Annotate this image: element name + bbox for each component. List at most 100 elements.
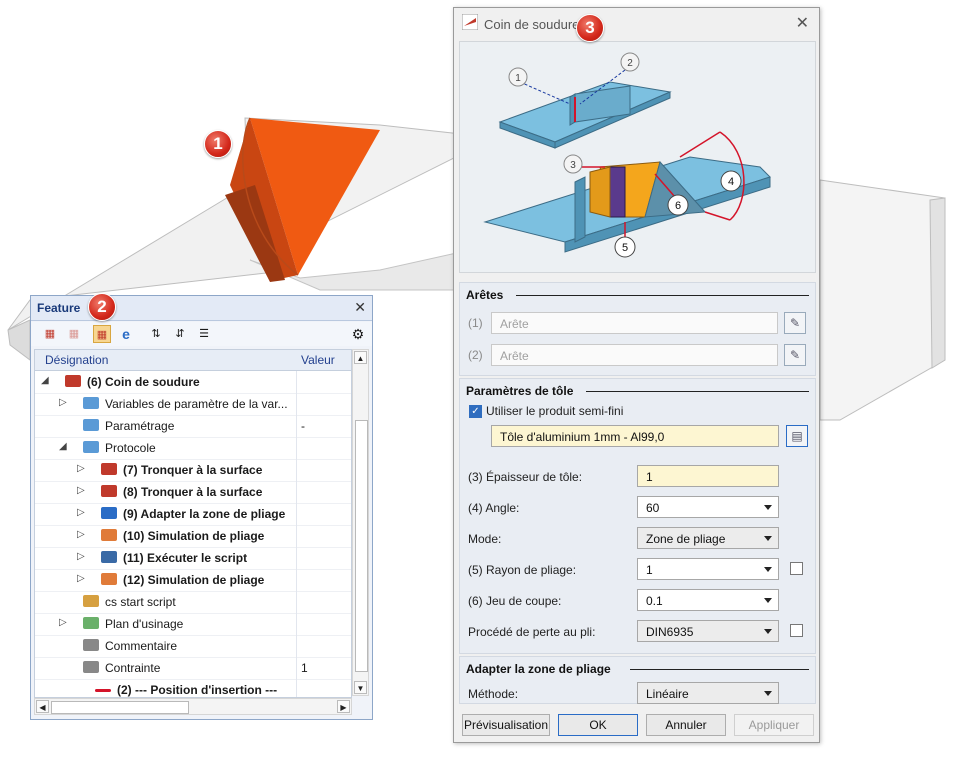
- tree-expander-icon[interactable]: ▷: [77, 573, 85, 584]
- edge1-label: (1): [468, 316, 483, 330]
- aretes-divider: [516, 295, 809, 296]
- dialog-close-icon[interactable]: ✕: [796, 13, 809, 33]
- scroll-right-icon[interactable]: ▶: [337, 700, 350, 713]
- tree-row[interactable]: cs start script: [35, 591, 351, 614]
- feature-list-icon[interactable]: ☰: [195, 325, 213, 343]
- callout-badge-1: 1: [204, 130, 232, 158]
- tree-expander-icon[interactable]: ▷: [59, 397, 67, 408]
- semifinished-product-field[interactable]: Tôle d'aluminium 1mm - Al99,0: [491, 425, 779, 447]
- tree-row-value: -: [301, 419, 305, 433]
- feature-edit-icon[interactable]: e: [117, 325, 135, 343]
- tree-row-label: cs start script: [105, 595, 176, 609]
- edge2-label: (2): [468, 348, 483, 362]
- tree-row[interactable]: Commentaire: [35, 635, 351, 658]
- diagram-callout-2-label: 2: [627, 58, 633, 69]
- tree-row[interactable]: Contrainte 1: [35, 657, 351, 680]
- tree-row[interactable]: ▷ (12) Simulation de pliage: [35, 569, 351, 592]
- column-separator: [296, 371, 297, 393]
- radius-select[interactable]: 1: [637, 558, 779, 580]
- column-separator: [296, 635, 297, 657]
- value-column-header[interactable]: Valeur: [301, 353, 335, 367]
- feature-recalc-icon[interactable]: ▦: [65, 325, 83, 343]
- diagram-callout-1-label: 1: [515, 73, 521, 84]
- designation-column-header[interactable]: Désignation: [45, 353, 108, 367]
- aretes-section: Arêtes (1) Arête ✎ (2) Arête ✎: [459, 282, 816, 376]
- ok-button[interactable]: OK: [558, 714, 638, 736]
- tree-row-label: (8) Tronquer à la surface: [123, 485, 263, 499]
- tree-row[interactable]: Paramétrage -: [35, 415, 351, 438]
- edge1-pick-icon[interactable]: ✎: [784, 312, 806, 334]
- tree-row[interactable]: ▷ (11) Exécuter le script: [35, 547, 351, 570]
- catalog-browse-icon[interactable]: ▤: [786, 425, 808, 447]
- gap-select[interactable]: 0.1: [637, 589, 779, 611]
- tree-row[interactable]: ◢ Protocole: [35, 437, 351, 460]
- thickness-input[interactable]: 1: [637, 465, 779, 487]
- feature-node-icon: [101, 485, 117, 497]
- column-separator: [296, 657, 297, 679]
- scroll-up-icon[interactable]: ▲: [354, 351, 367, 364]
- tree-expander-icon[interactable]: ▷: [77, 551, 85, 562]
- feature-node-icon: [101, 529, 117, 541]
- feature-sort-icon[interactable]: ⇅: [147, 325, 165, 343]
- vertical-scroll-thumb[interactable]: [355, 420, 368, 672]
- apply-button[interactable]: Appliquer: [734, 714, 814, 736]
- tree-row[interactable]: ▷ (10) Simulation de pliage: [35, 525, 351, 548]
- bend-loss-select[interactable]: DIN6935: [637, 620, 779, 642]
- tree-expander-icon[interactable]: ▷: [77, 507, 85, 518]
- tree-expander-icon[interactable]: ▷: [77, 529, 85, 540]
- tole-divider: [586, 391, 809, 392]
- tree-row[interactable]: ◢ (6) Coin de soudure: [35, 371, 351, 394]
- tree-expander-icon[interactable]: ▷: [77, 463, 85, 474]
- preview-button[interactable]: Prévisualisation: [462, 714, 550, 736]
- radius-checkbox[interactable]: [790, 562, 803, 575]
- tree-row[interactable]: ▷ (8) Tronquer à la surface: [35, 481, 351, 504]
- bend-loss-checkbox[interactable]: [790, 624, 803, 637]
- feature-vertical-scrollbar[interactable]: ▲ ▼: [352, 349, 369, 696]
- tree-row[interactable]: ▷ Variables de paramètre de la var...: [35, 393, 351, 416]
- method-select[interactable]: Linéaire: [637, 682, 779, 704]
- tree-row[interactable]: ▷ Plan d'usinage: [35, 613, 351, 636]
- feature-close-icon[interactable]: ✕: [354, 299, 366, 316]
- sheet-right-flange: [929, 197, 946, 369]
- column-separator: [296, 503, 297, 525]
- tole-header: Paramètres de tôle: [466, 384, 574, 398]
- feature-horizontal-scrollbar[interactable]: ◀ ▶: [34, 698, 352, 715]
- scroll-left-icon[interactable]: ◀: [36, 700, 49, 713]
- tree-row-label: (11) Exécuter le script: [123, 551, 248, 565]
- bend-loss-label: Procédé de perte au pli:: [468, 625, 596, 639]
- use-semifinished-checkbox[interactable]: ✓: [469, 405, 482, 418]
- feature-node-icon: [101, 551, 117, 563]
- mode-label: Mode:: [468, 532, 502, 546]
- tree-expander-icon[interactable]: ◢: [41, 375, 49, 386]
- edge2-pick-icon[interactable]: ✎: [784, 344, 806, 366]
- tree-row[interactable]: (2) --- Position d'insertion ---: [35, 679, 351, 697]
- diagram-callout-2: 2: [620, 52, 640, 72]
- mode-select[interactable]: Zone de pliage: [637, 527, 779, 549]
- diagram-callout-6: 6: [667, 194, 689, 216]
- angle-select[interactable]: 60: [637, 496, 779, 518]
- feature-active-icon[interactable]: ▦: [93, 325, 111, 343]
- edge2-input[interactable]: Arête: [491, 344, 778, 366]
- feature-node-icon: [65, 375, 81, 387]
- scroll-down-icon[interactable]: ▼: [354, 681, 367, 694]
- tree-expander-icon[interactable]: ◢: [59, 441, 67, 452]
- zone-section: Adapter la zone de pliage Méthode: Linéa…: [459, 656, 816, 704]
- feature-node-icon: [83, 595, 99, 607]
- tree-expander-icon[interactable]: ▷: [77, 485, 85, 496]
- tree-expander-icon[interactable]: ▷: [59, 617, 67, 628]
- diagram-callout-3: 3: [563, 154, 583, 174]
- feature-title: Feature: [37, 301, 81, 315]
- tree-row[interactable]: ▷ (9) Adapter la zone de pliage: [35, 503, 351, 526]
- gear-icon[interactable]: ⚙: [349, 325, 367, 343]
- feature-new-icon[interactable]: ▦: [41, 325, 59, 343]
- edge1-input[interactable]: Arête: [491, 312, 778, 334]
- tree-row[interactable]: ▷ (7) Tronquer à la surface: [35, 459, 351, 482]
- horizontal-scroll-thumb[interactable]: [51, 701, 189, 714]
- column-separator: [296, 437, 297, 459]
- feature-sort2-icon[interactable]: ⇵: [171, 325, 189, 343]
- tree-row-label: Commentaire: [105, 639, 178, 653]
- column-separator: [296, 459, 297, 481]
- cancel-button[interactable]: Annuler: [646, 714, 726, 736]
- tree-row-label: Protocole: [105, 441, 156, 455]
- diagram-callout-4: 4: [720, 170, 742, 192]
